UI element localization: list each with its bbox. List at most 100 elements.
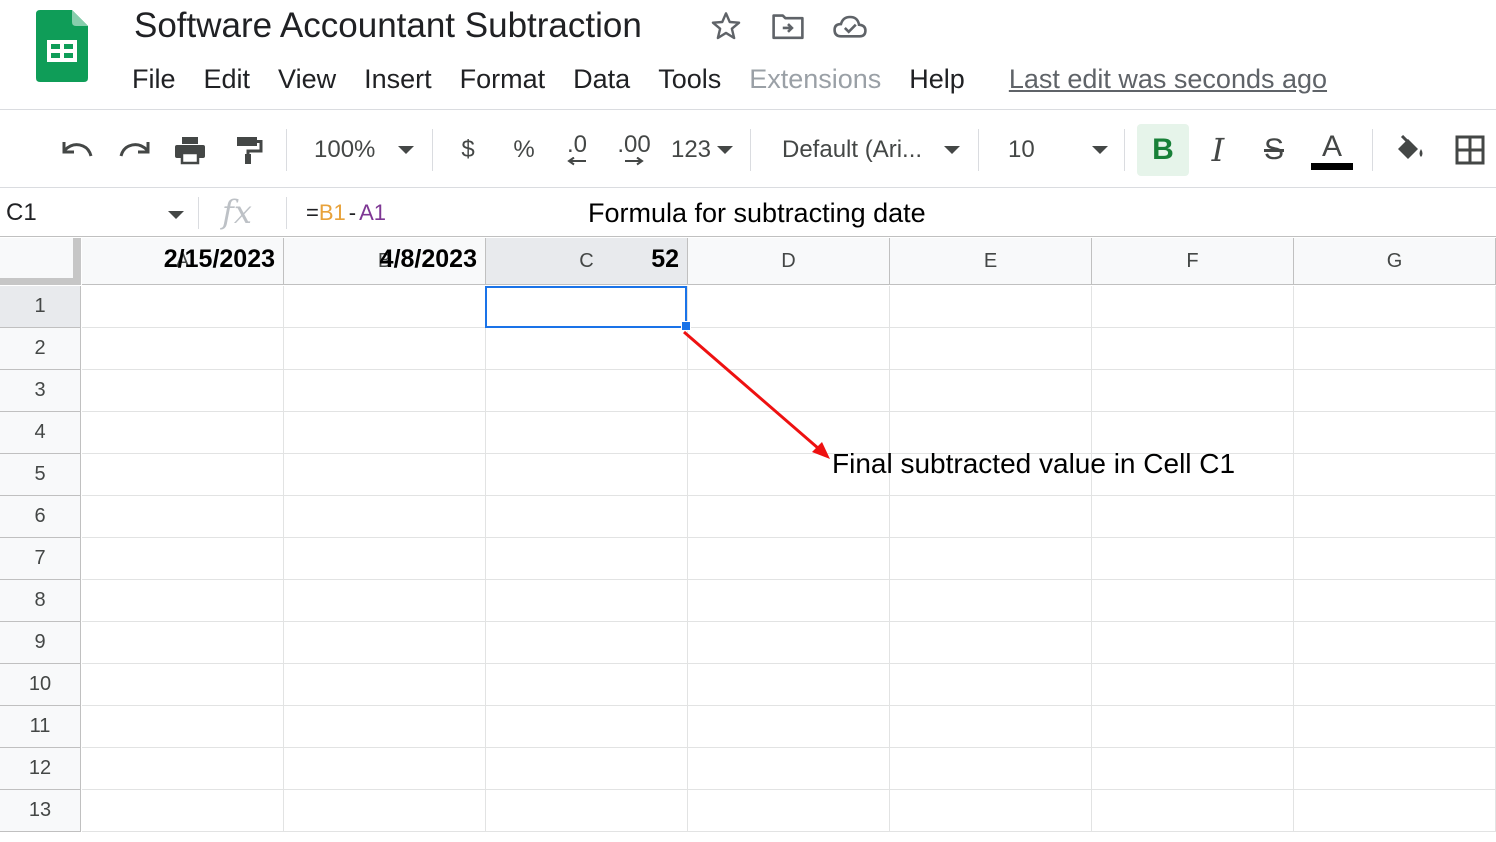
row-header-5[interactable]: 5 xyxy=(0,454,81,496)
grid-cell[interactable] xyxy=(284,412,486,454)
grid-cell[interactable] xyxy=(486,622,688,664)
grid-cell[interactable] xyxy=(688,496,890,538)
grid-cell[interactable] xyxy=(1092,706,1294,748)
grid-cell[interactable] xyxy=(82,286,284,328)
text-color-button[interactable]: A xyxy=(1308,124,1356,176)
menu-help[interactable]: Help xyxy=(895,64,979,95)
grid-cell[interactable] xyxy=(284,538,486,580)
grid-cell[interactable] xyxy=(688,328,890,370)
grid-cell[interactable] xyxy=(688,538,890,580)
bold-button[interactable]: B xyxy=(1137,124,1189,176)
fill-color-icon[interactable] xyxy=(1388,124,1432,176)
grid-cell[interactable] xyxy=(688,286,890,328)
menu-format[interactable]: Format xyxy=(446,64,560,95)
italic-button[interactable]: I xyxy=(1196,124,1240,176)
grid-cell[interactable] xyxy=(890,538,1092,580)
grid-cell[interactable] xyxy=(82,412,284,454)
row-header-6[interactable]: 6 xyxy=(0,496,81,538)
borders-icon[interactable] xyxy=(1448,124,1492,176)
grid-cell[interactable] xyxy=(890,370,1092,412)
grid-cell[interactable] xyxy=(688,664,890,706)
grid-cell[interactable] xyxy=(486,412,688,454)
row-header-13[interactable]: 13 xyxy=(0,790,81,832)
row-header-2[interactable]: 2 xyxy=(0,328,81,370)
row-header-1[interactable]: 1 xyxy=(0,286,81,328)
redo-icon[interactable] xyxy=(112,124,156,176)
grid-cell[interactable] xyxy=(486,328,688,370)
last-edit-link[interactable]: Last edit was seconds ago xyxy=(1009,64,1327,95)
name-box[interactable]: C1 xyxy=(6,199,37,227)
row-header-9[interactable]: 9 xyxy=(0,622,81,664)
grid-cell[interactable] xyxy=(1294,328,1496,370)
grid-cell[interactable] xyxy=(486,664,688,706)
grid-cell[interactable] xyxy=(890,664,1092,706)
percent-format-button[interactable]: % xyxy=(504,124,544,176)
grid-cell[interactable] xyxy=(486,706,688,748)
grid-cell[interactable] xyxy=(486,538,688,580)
grid-cell[interactable] xyxy=(688,748,890,790)
grid-cell[interactable] xyxy=(890,580,1092,622)
star-icon[interactable] xyxy=(706,8,746,44)
grid-cell[interactable] xyxy=(284,370,486,412)
cell-c1[interactable]: 52 xyxy=(486,238,687,280)
print-icon[interactable] xyxy=(168,124,212,176)
grid-cell[interactable] xyxy=(1294,370,1496,412)
grid-cell[interactable] xyxy=(486,790,688,832)
grid-cell[interactable] xyxy=(82,664,284,706)
grid-cell[interactable] xyxy=(1294,664,1496,706)
grid-cell[interactable] xyxy=(890,706,1092,748)
grid-cell[interactable] xyxy=(82,580,284,622)
frozen-row-handle[interactable] xyxy=(0,278,81,285)
document-title[interactable]: Software Accountant Subtraction xyxy=(134,6,642,46)
grid-cell[interactable] xyxy=(284,748,486,790)
grid-cell[interactable] xyxy=(486,370,688,412)
column-header-d[interactable]: D xyxy=(688,238,890,285)
grid-cell[interactable] xyxy=(890,328,1092,370)
grid-cell[interactable] xyxy=(1294,286,1496,328)
strikethrough-button[interactable]: S xyxy=(1252,124,1296,176)
row-header-7[interactable]: 7 xyxy=(0,538,81,580)
grid-cell[interactable] xyxy=(890,622,1092,664)
row-header-8[interactable]: 8 xyxy=(0,580,81,622)
zoom-select[interactable]: 100% xyxy=(300,124,422,176)
grid-cell[interactable] xyxy=(688,580,890,622)
cloud-saved-icon[interactable] xyxy=(830,8,870,44)
grid-cell[interactable] xyxy=(890,286,1092,328)
grid-cell[interactable] xyxy=(284,790,486,832)
row-header-4[interactable]: 4 xyxy=(0,412,81,454)
grid-cell[interactable] xyxy=(1294,622,1496,664)
grid-cell[interactable] xyxy=(1092,622,1294,664)
spreadsheet-grid[interactable]: ABCDEFG 1 2 3 4 5 6 7 8 9 10 11 12 13 2/15/2023 4/8/… xyxy=(0,238,1496,842)
menu-file[interactable]: File xyxy=(118,64,190,95)
currency-format-button[interactable]: $ xyxy=(448,124,488,176)
increase-decimal-button[interactable]: .00 xyxy=(612,124,656,176)
grid-cell[interactable] xyxy=(890,496,1092,538)
grid-cell[interactable] xyxy=(1092,790,1294,832)
grid-cell[interactable] xyxy=(284,580,486,622)
grid-cell[interactable] xyxy=(1294,580,1496,622)
grid-cell[interactable] xyxy=(486,496,688,538)
formula-input[interactable]: =B1- A1 xyxy=(306,200,386,226)
column-header-f[interactable]: F xyxy=(1092,238,1294,285)
grid-cell[interactable] xyxy=(1294,454,1496,496)
row-header-10[interactable]: 10 xyxy=(0,664,81,706)
grid-cell[interactable] xyxy=(284,664,486,706)
font-size-select[interactable]: 10 xyxy=(996,124,1114,176)
cell-a1[interactable]: 2/15/2023 xyxy=(82,238,283,280)
menu-edit[interactable]: Edit xyxy=(190,64,265,95)
grid-cell[interactable] xyxy=(1294,790,1496,832)
row-header-12[interactable]: 12 xyxy=(0,748,81,790)
grid-cell[interactable] xyxy=(1294,706,1496,748)
undo-icon[interactable] xyxy=(56,124,100,176)
grid-cell[interactable] xyxy=(82,622,284,664)
grid-cell[interactable] xyxy=(1092,496,1294,538)
grid-cell[interactable] xyxy=(1092,328,1294,370)
grid-cell[interactable] xyxy=(688,370,890,412)
grid-cell[interactable] xyxy=(82,790,284,832)
grid-cell[interactable] xyxy=(486,748,688,790)
chevron-down-icon[interactable] xyxy=(168,211,184,219)
move-to-folder-icon[interactable] xyxy=(768,8,808,44)
grid-cell[interactable] xyxy=(688,790,890,832)
grid-cell[interactable] xyxy=(284,622,486,664)
menu-extensions[interactable]: Extensions xyxy=(735,64,895,95)
